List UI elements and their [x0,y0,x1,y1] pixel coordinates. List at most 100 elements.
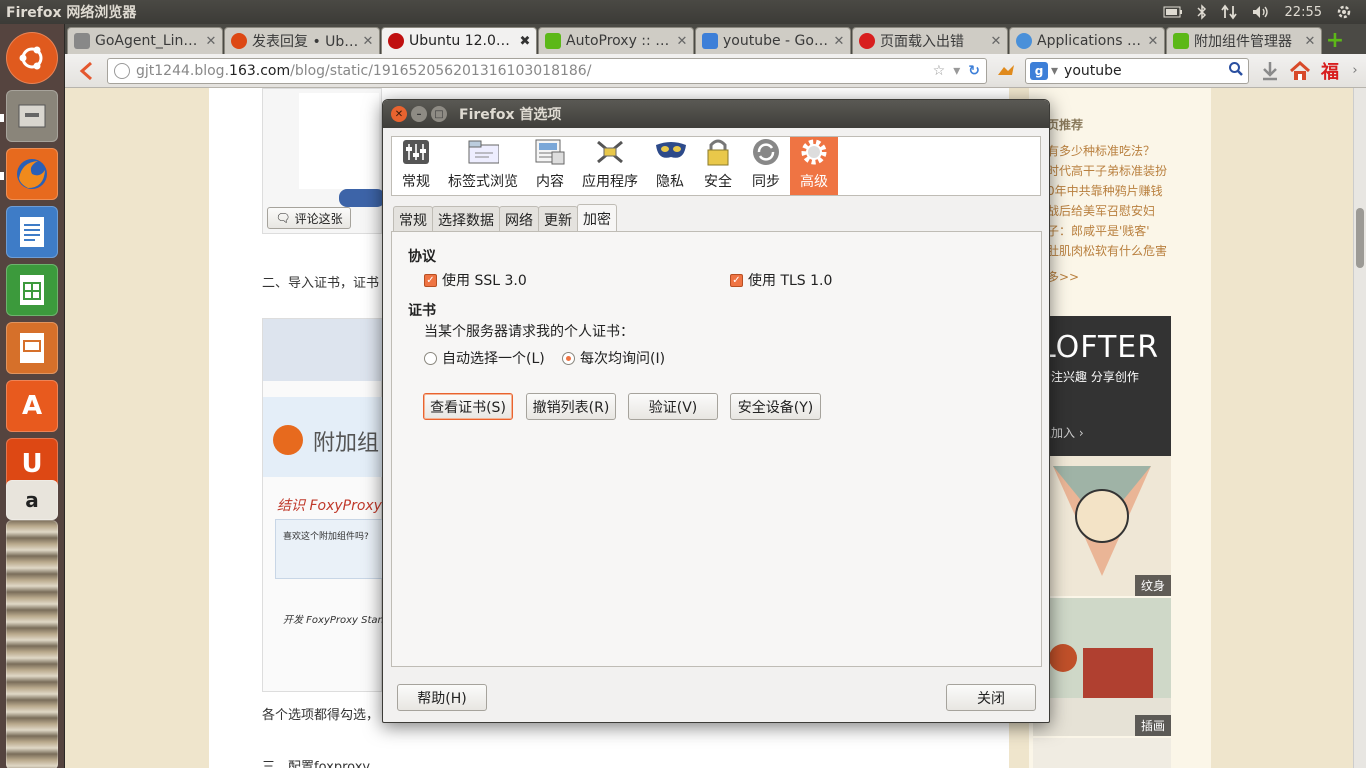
google-search-engine-icon[interactable]: g [1030,61,1048,80]
launcher-stacked-items[interactable] [6,520,58,768]
search-bar[interactable]: g ▾ youtube [1025,57,1249,84]
view-certificates-button[interactable]: 查看证书(S) [423,393,513,420]
close-icon[interactable]: ✕ [1146,34,1160,49]
amazon-icon[interactable]: a [6,480,58,520]
subtab-network[interactable]: 网络 [499,206,539,232]
help-button[interactable]: 帮助(H) [397,684,487,711]
url-bar[interactable]: gjt1244.blog. 163.com/blog/static/1916520… [107,57,987,84]
tls-checkbox[interactable]: ✓ 使用 TLS 1.0 [730,270,832,290]
window-minimize-icon[interactable]: – [411,106,427,122]
category-tabs[interactable]: 标签式浏览 [440,137,526,195]
search-icon[interactable] [1228,61,1244,81]
network-icon[interactable] [1220,4,1237,20]
radio-on-icon[interactable] [562,351,575,365]
checkbox-checked-icon[interactable]: ✓ [730,273,743,287]
browser-tab[interactable]: 发表回复 • Ub… ✕ [224,27,380,54]
category-content[interactable]: 内容 [526,137,574,195]
close-icon[interactable]: ✕ [832,34,846,49]
back-button[interactable] [69,57,103,85]
battery-icon[interactable] [1163,6,1183,18]
files-icon[interactable] [6,90,58,142]
dialog-titlebar[interactable]: ✕ – □ Firefox 首选项 [383,100,1049,128]
download-icon[interactable] [1255,57,1285,85]
window-close-icon[interactable]: ✕ [391,106,407,122]
search-input[interactable]: youtube [1064,63,1122,79]
writer-icon[interactable] [6,206,58,258]
subtab-update[interactable]: 更新 [538,206,578,232]
sidebar-link[interactable]: 肚肌肉松软有什么危害 [1047,242,1167,259]
home-icon[interactable] [1285,57,1315,85]
running-indicator [0,114,4,122]
close-icon[interactable]: ✖ [518,34,532,49]
browser-tab[interactable]: AutoProxy :: F… ✕ [538,27,694,54]
subtab-data-choices[interactable]: 选择数据 [432,206,500,232]
netease-icon [388,33,404,49]
revocation-lists-button[interactable]: 撤销列表(R) [526,393,616,420]
calc-icon[interactable] [6,264,58,316]
gear-icon[interactable] [1336,4,1352,20]
category-general[interactable]: 常规 [392,137,440,195]
browser-tab[interactable]: youtube - Goo… ✕ [695,27,851,54]
radio-ask-every-time[interactable]: 每次均询问(I) [562,348,665,368]
browser-tab[interactable]: GoAgent_Linu… ✕ [67,27,223,54]
radio-off-icon[interactable] [424,351,437,365]
subtab-general[interactable]: 常规 [393,206,433,232]
radio-auto-select[interactable]: 自动选择一个(L) [424,348,545,368]
clock[interactable]: 22:55 [1285,5,1322,20]
lofter-ad[interactable]: LOFTER 专注兴趣 分享创作 上加入 › [1033,316,1171,456]
tattoo-image[interactable]: 纹身 [1033,456,1171,596]
sidebar-more-link[interactable]: 多>> [1047,268,1079,285]
bluetooth-icon[interactable] [1197,4,1207,20]
firefox-icon[interactable] [6,148,58,200]
volume-icon[interactable] [1251,4,1271,20]
browser-tab[interactable]: 附加组件管理器 ✕ [1166,27,1322,54]
close-icon[interactable]: ✕ [1303,34,1317,49]
bookmark-star-icon[interactable]: ☆ [933,63,946,79]
top-panel: Firefox 网络浏览器 22:55 [0,0,1366,24]
dash-home-icon[interactable] [6,32,58,84]
fu-addon-icon[interactable]: 福 [1315,57,1345,85]
reload-icon[interactable]: ↻ [968,63,980,79]
new-tab-button[interactable]: + [1323,27,1347,54]
scrollbar-thumb[interactable] [1356,208,1364,268]
validation-button[interactable]: 验证(V) [628,393,718,420]
menu-chevron-icon[interactable]: › [1345,57,1365,85]
close-icon[interactable]: ✕ [989,34,1003,49]
sidebar-link[interactable]: 子：郎咸平是'贱客' [1047,222,1150,239]
window-maximize-icon[interactable]: □ [431,106,447,122]
sidebar-link[interactable]: 有多少种标准吃法？ [1047,142,1155,159]
page-scrollbar[interactable] [1353,88,1366,768]
subtab-encryption[interactable]: 加密 [577,204,617,232]
category-applications[interactable]: 应用程序 [574,137,646,195]
checkbox-checked-icon[interactable]: ✓ [424,273,437,287]
foxyproxy-icon[interactable] [991,57,1021,85]
impress-icon[interactable] [6,322,58,374]
browser-tab[interactable]: 页面载入出错 ✕ [852,27,1008,54]
category-security[interactable]: 安全 [694,137,742,195]
comment-button[interactable]: 🗨 评论这张 [267,207,351,229]
close-icon[interactable]: ✕ [675,34,689,49]
search-engine-dropdown-icon[interactable]: ▾ [1051,63,1058,79]
browser-tab[interactable]: Applications … ✕ [1009,27,1165,54]
browser-tab-active[interactable]: Ubuntu 12.04… ✖ [381,27,537,54]
category-sync[interactable]: 同步 [742,137,790,195]
thumbnail-image[interactable] [1033,738,1171,768]
image-tag: 纹身 [1134,575,1171,596]
dropdown-arrow-icon[interactable]: ▾ [953,63,960,79]
close-icon[interactable]: ✕ [361,34,375,49]
ssl-checkbox[interactable]: ✓ 使用 SSL 3.0 [424,270,527,290]
sidebar-link[interactable]: 战后给美军召慰安妇 [1047,202,1155,219]
category-privacy[interactable]: 隐私 [646,137,694,195]
close-icon[interactable]: ✕ [204,34,218,49]
page-icon [74,33,90,49]
software-center-icon[interactable]: A [6,380,58,432]
category-advanced[interactable]: 高级 [790,137,838,195]
sidebar-link[interactable]: 时代高干子弟标准装扮 [1047,162,1167,179]
google-icon [702,33,718,49]
step3-text: 三、配置foxproxy [262,760,371,768]
illustration-image[interactable]: 插画 [1033,598,1171,736]
security-devices-button[interactable]: 安全设备(Y) [730,393,821,420]
sidebar-link[interactable]: 0年中共靠种鸦片赚钱 [1047,182,1163,199]
close-button[interactable]: 关闭 [946,684,1036,711]
certificates-heading: 证书 [408,303,436,319]
